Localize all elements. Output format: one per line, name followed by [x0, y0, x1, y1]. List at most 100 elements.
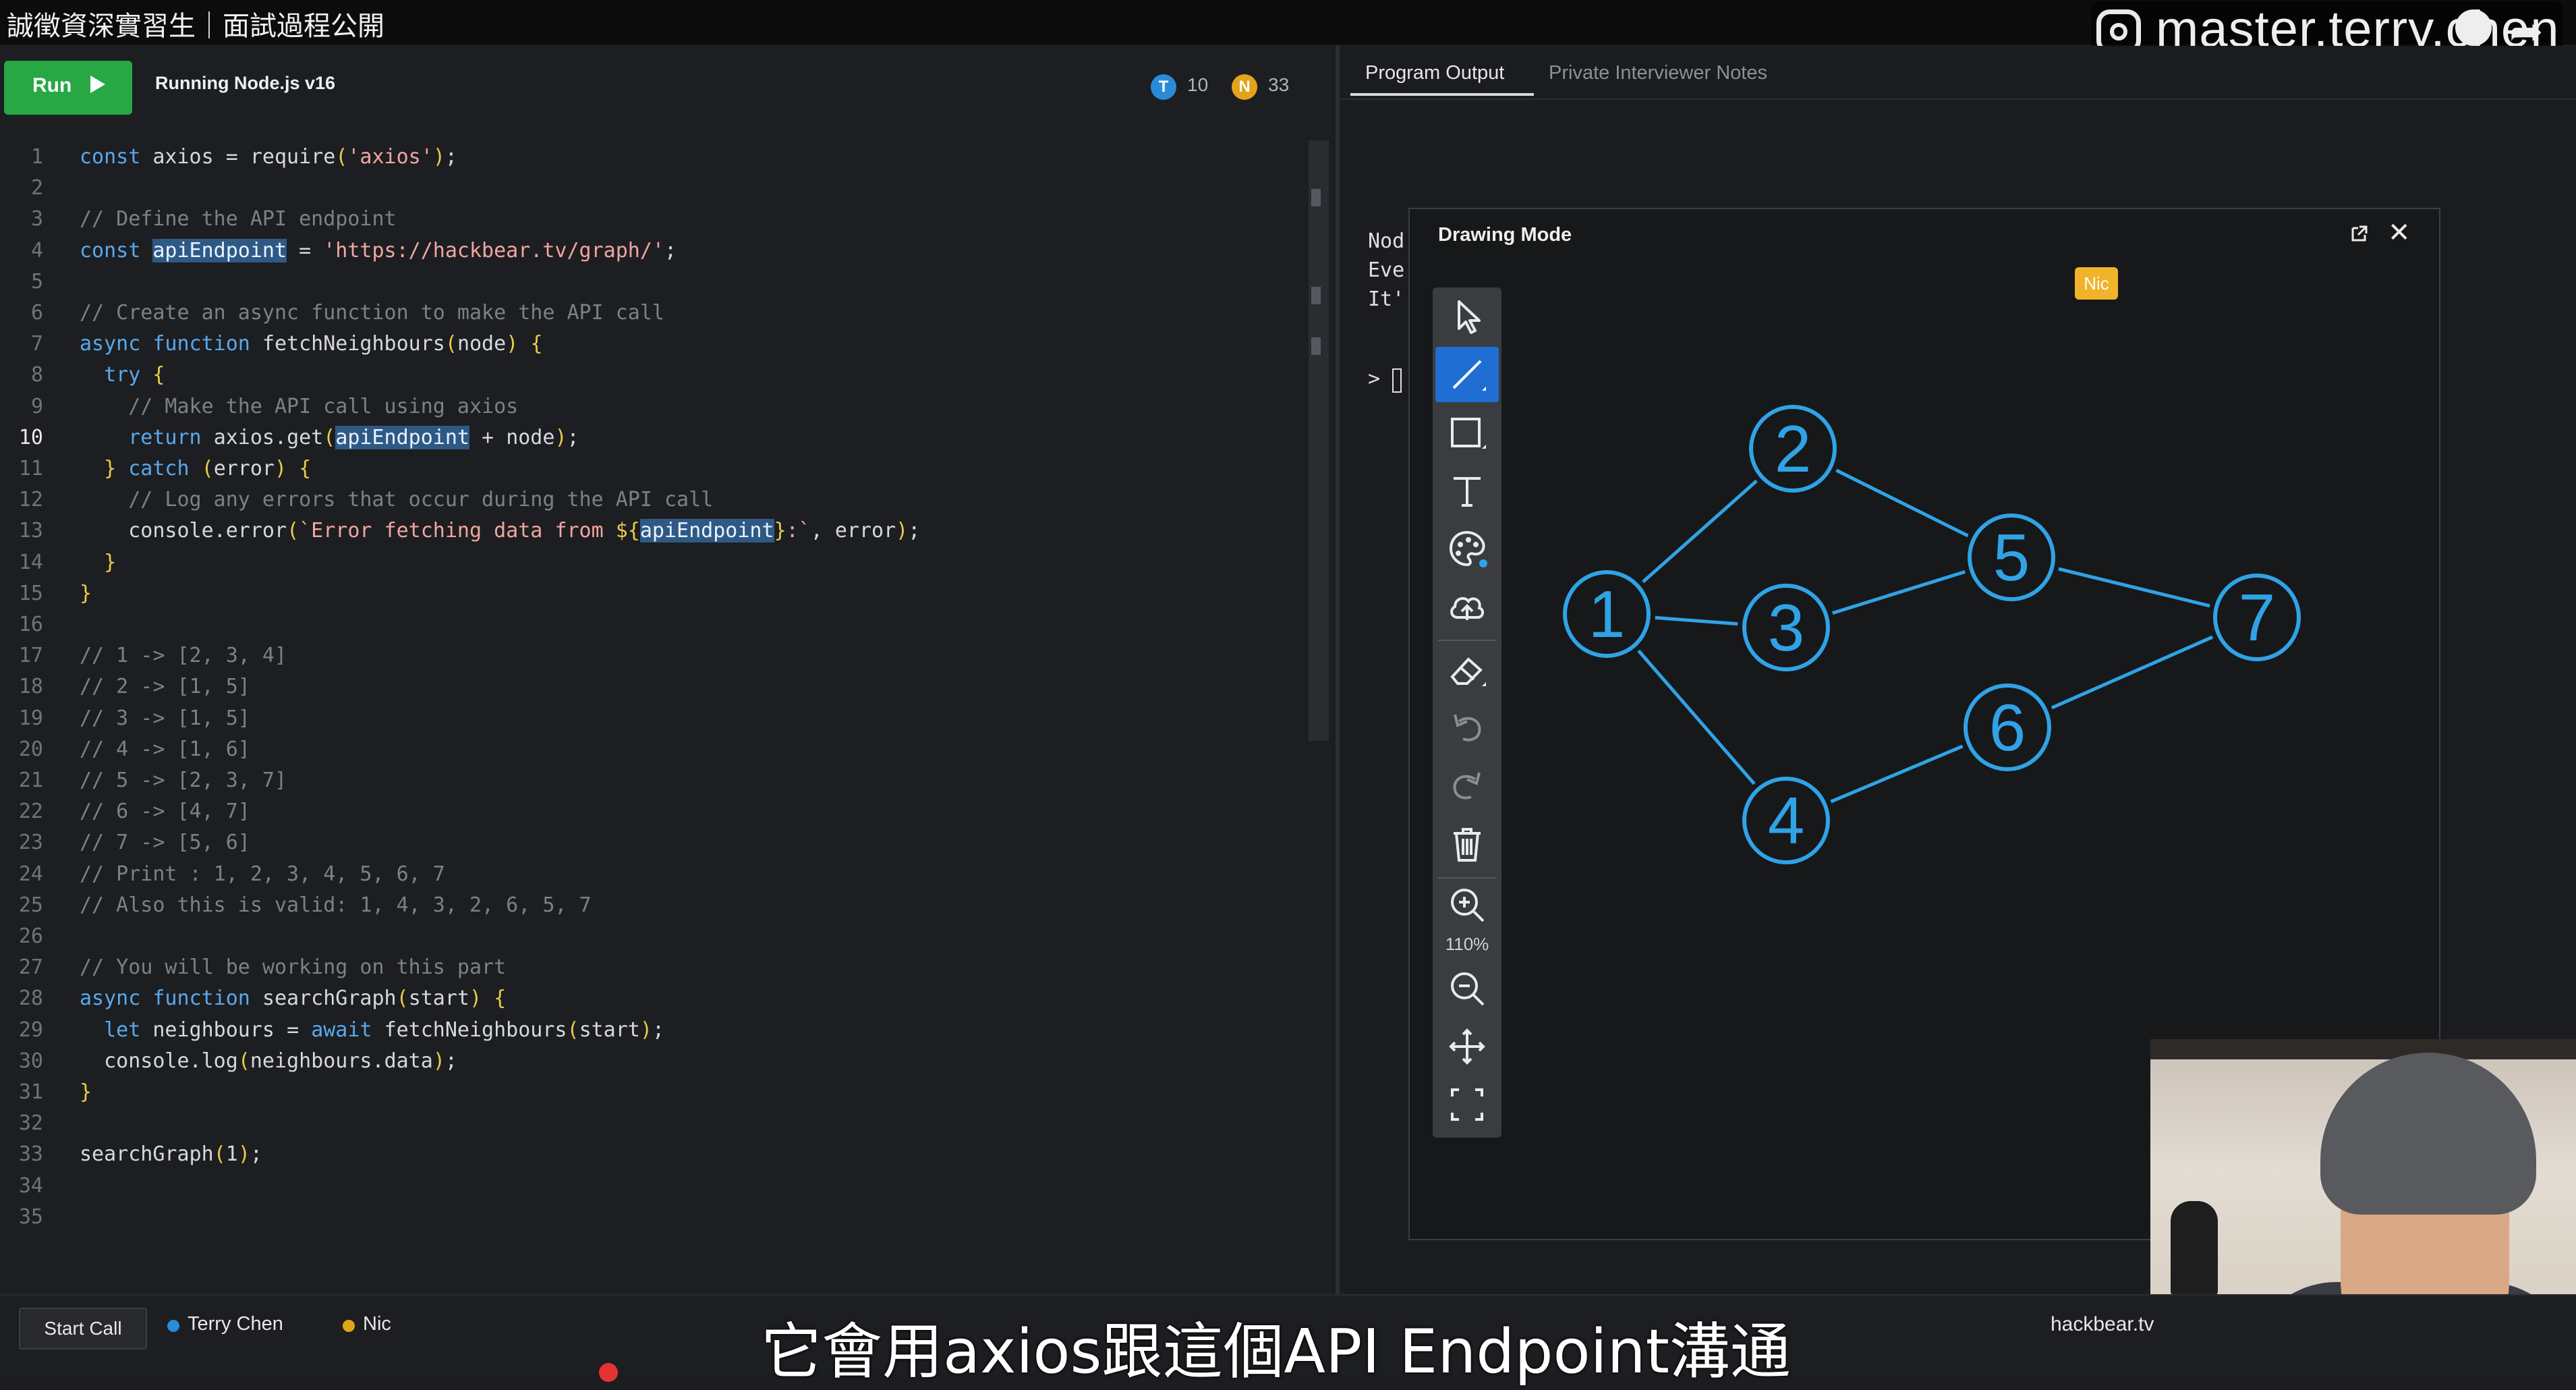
graph-edge-4-6 [1830, 744, 1964, 804]
run-button[interactable]: Run [4, 61, 132, 115]
line-number: 24 [18, 862, 43, 886]
code-text: try { [104, 363, 165, 387]
upload-icon[interactable] [1435, 579, 1499, 634]
scrollbar-marker [1311, 287, 1321, 304]
line-number: 15 [18, 581, 43, 605]
line-number: 4 [30, 238, 43, 262]
graph-drawing[interactable]: 1 2 3 4 5 6 7 [1545, 378, 2327, 891]
code-text: let neighbours = await fetchNeighbours(s… [104, 1018, 664, 1042]
code-text: console.log(neighbours.data); [104, 1049, 457, 1073]
brand-footer: hackbear.tv [2051, 1313, 2154, 1335]
line-number: 9 [30, 394, 43, 418]
video-subtitle: 它會用axios跟這個API Endpoint溝通 [761, 1316, 1791, 1387]
line-number: 11 [18, 457, 43, 480]
line-number: 7 [30, 332, 43, 356]
graph-node-label: 6 [1989, 690, 2026, 764]
program-output-text: Nod Eve It' [1368, 227, 1404, 314]
runtime-status: Running Node.js v16 [155, 73, 336, 93]
code-text: } [80, 581, 92, 605]
line-number: 22 [18, 800, 43, 824]
video-title: 誠徵資深實習生｜面試過程公開 [7, 11, 384, 42]
line-number: 20 [18, 737, 43, 761]
line-number: 3 [30, 207, 43, 231]
graph-node-label: 2 [1775, 412, 1812, 486]
code-text: // Define the API endpoint [80, 207, 397, 231]
palette-icon[interactable] [1435, 521, 1499, 576]
output-line: Nod [1368, 229, 1405, 253]
participant-terry: Terry Chen [188, 1313, 283, 1335]
popout-icon[interactable] [2350, 224, 2369, 243]
user-status-dot [343, 1320, 355, 1332]
line-icon[interactable] [1435, 347, 1499, 402]
line-number: 34 [18, 1173, 43, 1198]
tab-divider [1341, 99, 2576, 100]
output-line: It' [1368, 287, 1405, 311]
code-text: // Make the API call using axios [80, 394, 519, 418]
pointer-icon[interactable] [1435, 289, 1499, 344]
undo-icon[interactable] [1435, 700, 1499, 756]
graph-node-label: 5 [1993, 520, 2030, 594]
tab-program-output[interactable]: Program Output [1365, 62, 1504, 84]
editor-scrollbar[interactable] [1309, 140, 1329, 741]
code-text: // 1 -> [2, 3, 4] [80, 644, 287, 668]
redo-icon[interactable] [1435, 758, 1499, 814]
code-text: // 7 -> [5, 6] [80, 831, 250, 855]
toolbar-separator [1438, 640, 1496, 641]
graph-edge-5-7 [2058, 567, 2210, 608]
fit-icon[interactable] [1435, 1077, 1499, 1132]
line-number: 25 [18, 893, 43, 917]
code-text: // 4 -> [1, 6] [80, 737, 250, 761]
graph-edge-1-2 [1642, 479, 1758, 584]
graph-node-label: 3 [1768, 590, 1805, 665]
line-number: 31 [18, 1080, 43, 1104]
code-text: // Also this is valid: 1, 4, 3, 2, 6, 5,… [80, 893, 592, 917]
graph-edge-6-7 [2051, 635, 2214, 710]
participant-badge-n: N [1232, 74, 1257, 100]
line-number: 29 [18, 1018, 43, 1042]
active-tab-indicator [1350, 93, 1534, 96]
watch-later-icon[interactable] [2455, 9, 2492, 46]
code-text: // You will be working on this part [80, 955, 507, 980]
tab-interviewer-notes[interactable]: Private Interviewer Notes [1549, 62, 1767, 84]
graph-node-label: 4 [1768, 783, 1805, 858]
pan-icon[interactable] [1435, 1019, 1499, 1074]
output-line: Eve [1368, 258, 1405, 282]
line-number: 2 [30, 176, 43, 200]
user-status-dot [167, 1320, 179, 1332]
code-text: } [80, 1080, 92, 1104]
code-text: // 2 -> [1, 5] [80, 675, 250, 699]
code-text: // 6 -> [4, 7] [80, 800, 250, 824]
collaborator-cursor-label: Nic [2075, 267, 2118, 300]
graph-node-label: 7 [2239, 580, 2276, 655]
rectangle-icon[interactable] [1435, 405, 1499, 460]
trash-icon[interactable] [1435, 816, 1499, 872]
line-number: 1 [30, 145, 43, 169]
zoom-level: 110% [1445, 934, 1489, 954]
code-text: return axios.get(apiEndpoint + node); [128, 425, 579, 449]
eraser-icon[interactable] [1435, 642, 1499, 698]
play-icon [90, 76, 105, 93]
code-text: async function fetchNeighbours(node) { [80, 332, 543, 356]
text-icon[interactable] [1435, 463, 1499, 518]
record-indicator [599, 1363, 618, 1382]
participant-count-t: 10 [1187, 74, 1209, 95]
run-button-label: Run [32, 74, 72, 96]
console-input[interactable] [1392, 368, 1402, 393]
line-number: 10 [18, 425, 43, 449]
zoom-out-icon[interactable] [1435, 961, 1499, 1016]
code-text: const apiEndpoint = 'https://hackbear.tv… [80, 238, 677, 262]
line-number: 28 [18, 986, 43, 1011]
zoom-in-icon[interactable] [1435, 877, 1499, 933]
start-call-button[interactable]: Start Call [19, 1308, 147, 1350]
webcam-background-tripod [2171, 1201, 2218, 1296]
pane-divider[interactable] [1336, 46, 1340, 1294]
participant-count-n: 33 [1268, 74, 1290, 95]
close-icon[interactable]: ✕ [2388, 217, 2411, 248]
console-prompt: > [1368, 367, 1381, 391]
line-number: 12 [18, 488, 43, 512]
line-number: 16 [18, 613, 43, 636]
line-number: 32 [18, 1111, 43, 1136]
graph-edge-1-3 [1655, 615, 1738, 626]
graph-edge-1-4 [1637, 649, 1756, 785]
code-text: // Log any errors that occur during the … [80, 488, 714, 512]
